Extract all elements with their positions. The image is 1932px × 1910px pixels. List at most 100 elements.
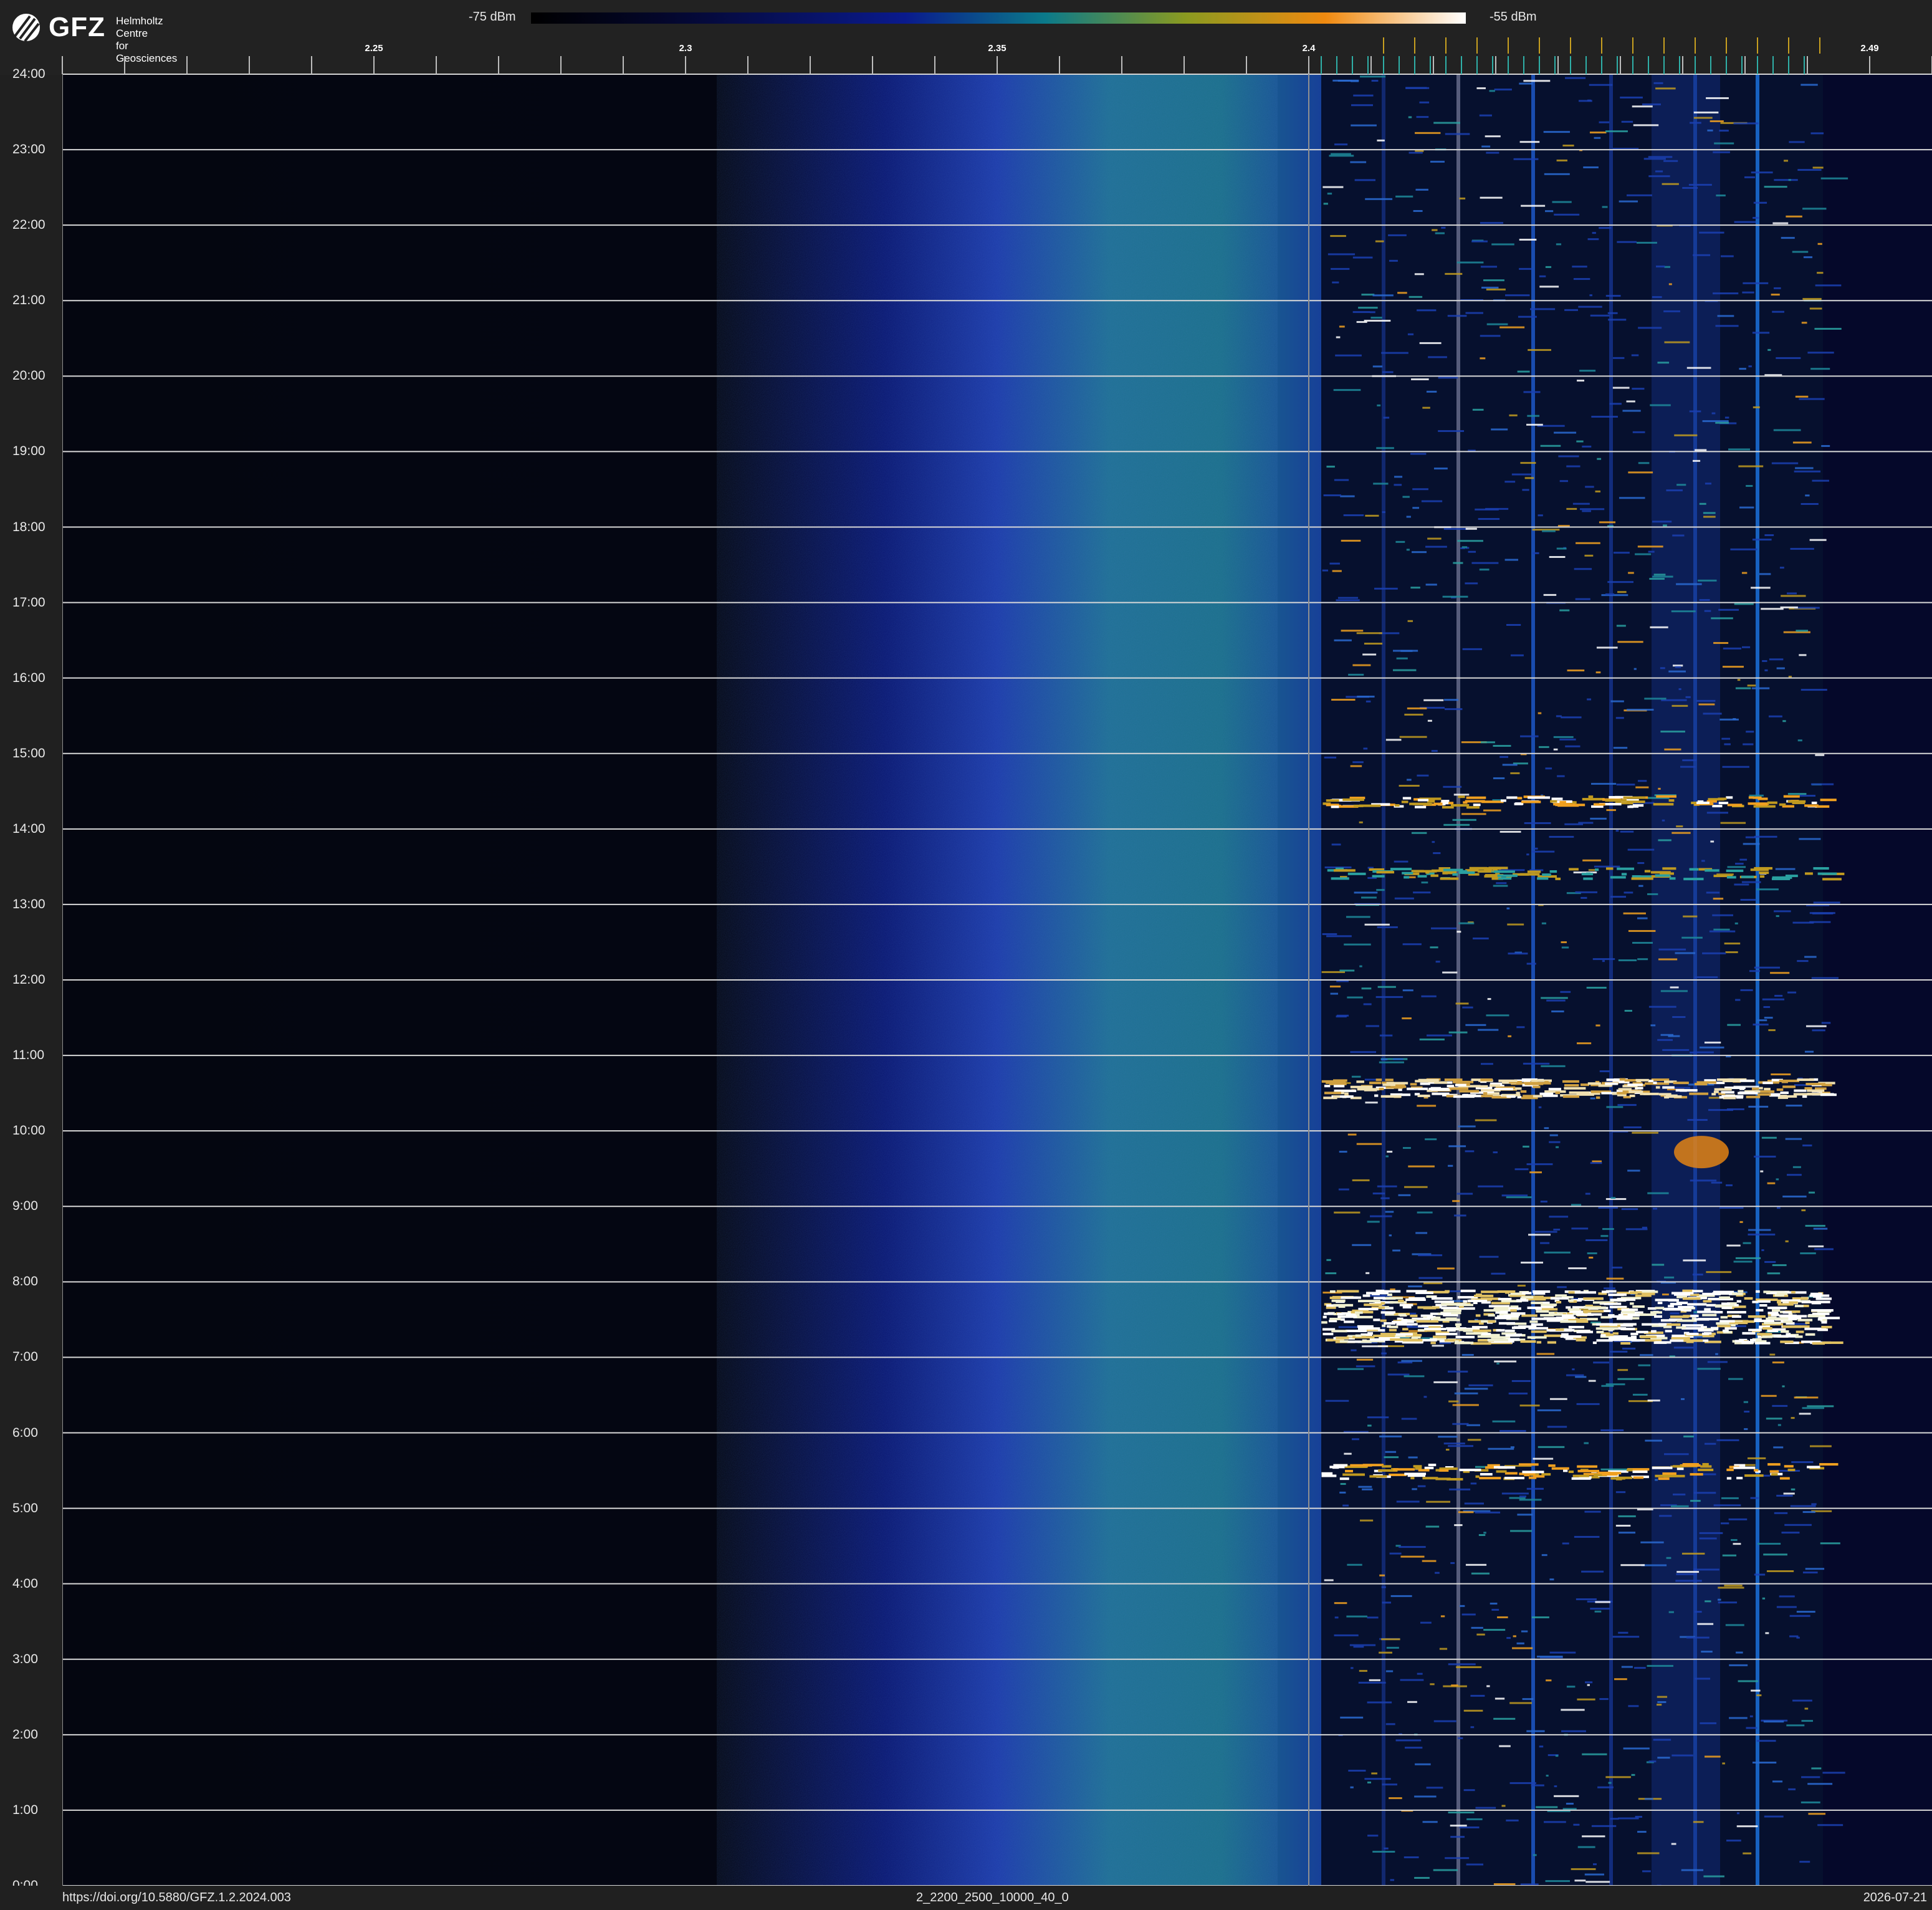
signal-burst [1772, 1264, 1787, 1267]
signal-burst [1769, 658, 1784, 661]
signal-burst [1756, 1740, 1776, 1742]
signal-burst [1352, 1244, 1372, 1246]
signal-burst [1486, 1685, 1490, 1687]
interference-burst [1721, 1306, 1733, 1309]
signal-burst [1504, 559, 1519, 561]
interference-burst [1663, 1474, 1685, 1477]
interference-burst [1556, 1316, 1576, 1319]
signal-burst [1364, 1778, 1391, 1780]
signal-burst [1334, 1602, 1347, 1605]
signal-burst [1351, 1349, 1357, 1351]
signal-burst [1735, 999, 1741, 1001]
signal-burst [1392, 1249, 1400, 1252]
header: GFZ Helmholtz Centre for Geosciences -75… [0, 0, 1932, 75]
signal-burst [1513, 1635, 1516, 1638]
signal-burst [1526, 962, 1536, 965]
signal-burst [1483, 279, 1504, 282]
interference-burst [1460, 1289, 1476, 1292]
signal-burst [1456, 1193, 1473, 1195]
interference-burst [1718, 797, 1727, 800]
signal-burst [1698, 579, 1717, 582]
signal-burst [1741, 881, 1761, 883]
signal-burst [1587, 698, 1592, 701]
interference-burst [1385, 1095, 1402, 1098]
signal-burst [1792, 1166, 1801, 1168]
signal-burst [1777, 1424, 1781, 1426]
interference-burst [1536, 1341, 1542, 1344]
signal-burst [1662, 819, 1665, 822]
signal-burst [1561, 716, 1582, 719]
doi-link[interactable]: https://doi.org/10.5880/GFZ.1.2.2024.003 [62, 1891, 291, 1905]
signal-burst [1699, 231, 1724, 234]
signal-burst [1660, 990, 1688, 992]
signal-burst [1586, 986, 1607, 989]
interference-burst [1520, 1340, 1536, 1343]
signal-burst [1338, 1188, 1349, 1191]
signal-burst [1716, 1439, 1739, 1441]
interference-burst [1734, 1340, 1744, 1343]
signal-burst [1549, 1216, 1569, 1218]
signal-burst [1647, 1192, 1669, 1194]
interference-burst [1389, 1473, 1407, 1476]
signal-burst [1379, 1651, 1392, 1654]
signal-burst [1453, 794, 1470, 796]
frequency-tick-label: 2.35 [988, 43, 1006, 54]
signal-burst [1795, 467, 1814, 469]
signal-burst [1800, 84, 1818, 86]
interference-burst [1583, 1297, 1604, 1300]
interference-burst [1473, 804, 1481, 807]
signal-burst [1797, 739, 1802, 742]
interference-burst [1718, 802, 1729, 805]
signal-burst [1442, 971, 1458, 974]
signal-burst [1635, 1816, 1643, 1818]
interference-burst [1771, 1473, 1778, 1476]
interference-burst [1815, 1297, 1832, 1300]
signal-burst [1653, 573, 1666, 576]
signal-burst [1367, 1701, 1392, 1704]
signal-burst [1517, 370, 1530, 373]
signal-burst [1763, 1005, 1771, 1008]
interference-burst [1516, 1299, 1529, 1302]
interference-burst [1584, 1306, 1606, 1309]
interference-burst [1551, 1313, 1563, 1316]
signal-burst [1506, 1637, 1511, 1639]
signal-burst [1543, 593, 1557, 596]
signal-burst [1595, 1601, 1610, 1603]
signal-burst [1537, 1446, 1565, 1448]
signal-burst [1582, 445, 1592, 448]
interference-burst [1375, 1078, 1382, 1082]
interference-burst [1762, 1335, 1772, 1338]
interference-burst [1332, 1081, 1346, 1084]
interference-burst [1780, 1340, 1794, 1343]
interference-burst [1331, 1330, 1347, 1333]
signal-burst [1404, 1747, 1423, 1749]
signal-burst [1491, 1272, 1506, 1275]
interference-burst [1454, 1341, 1474, 1345]
signal-burst [1582, 510, 1591, 512]
signal-burst [1761, 1394, 1777, 1397]
signal-burst [1546, 999, 1566, 1002]
interference-burst [1660, 1319, 1676, 1322]
signal-burst [1513, 158, 1539, 160]
interference-burst [1682, 1297, 1701, 1300]
interference-burst [1587, 1082, 1601, 1085]
signal-burst [1757, 1019, 1767, 1022]
interference-burst [1623, 796, 1646, 799]
signal-burst [1817, 242, 1822, 245]
interference-burst [1605, 867, 1614, 870]
signal-burst [1785, 1240, 1789, 1242]
signal-burst [1716, 194, 1726, 197]
interference-burst [1347, 1340, 1361, 1343]
interference-burst [1447, 1478, 1463, 1480]
time-tick-label: 23:00 [12, 142, 45, 157]
signal-burst [1559, 480, 1569, 482]
signal-burst [1575, 891, 1598, 893]
signal-burst [1794, 1396, 1819, 1399]
signal-burst [1713, 898, 1724, 900]
signal-burst [1461, 1354, 1474, 1356]
signal-burst [1359, 821, 1363, 823]
signal-burst [1706, 97, 1729, 99]
signal-burst [1566, 507, 1577, 510]
signal-burst [1377, 926, 1398, 928]
signal-burst [1799, 838, 1821, 840]
